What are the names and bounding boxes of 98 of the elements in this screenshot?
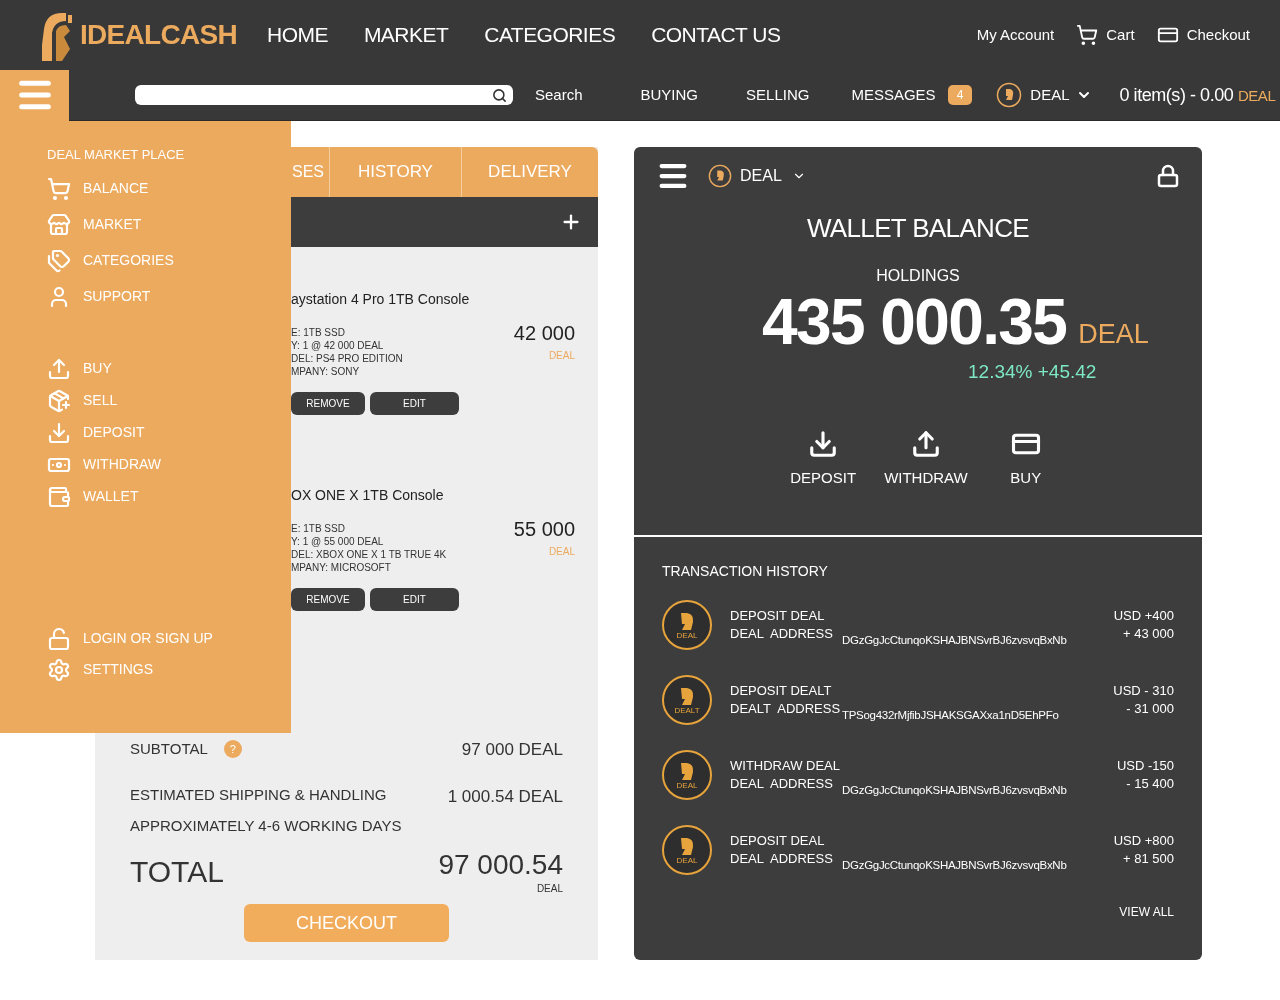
coin-label: DEALT — [674, 705, 700, 715]
product-detail: MPANY: SONY — [291, 365, 361, 378]
item-button[interactable]: REMOVE — [291, 588, 365, 611]
nav-link[interactable]: CONTACT US — [651, 19, 781, 51]
item-button[interactable]: EDIT — [370, 588, 459, 611]
cart-icon — [47, 176, 71, 201]
cart-summary[interactable]: 0 item(s) - 0.00 DEAL — [1119, 81, 1276, 109]
total-value: 97 000.54 — [438, 849, 563, 881]
price-unit: DEAL — [548, 545, 575, 559]
usd-amount: USD +400 — [1113, 607, 1174, 625]
account-link[interactable]: Cart — [1076, 23, 1135, 47]
nav-link[interactable]: CATEGORIES — [484, 19, 616, 51]
product-detail: MPANY: MICROSOFT — [291, 561, 392, 574]
transaction-address: DGzGgJcCtunqoKSHAJBNSvrBJ6zvsvqBxNb — [842, 632, 1067, 648]
nav-link[interactable]: MARKET — [363, 19, 449, 51]
history-title: TRANSACTION HISTORY — [662, 562, 829, 581]
search-field[interactable] — [135, 85, 513, 105]
message-count: 4 — [947, 85, 973, 105]
coin-label: DEAL — [676, 630, 698, 640]
coin-label: DEAL — [676, 780, 698, 790]
nav-link[interactable]: HOME — [267, 19, 328, 51]
item-button[interactable]: REMOVE — [291, 392, 365, 415]
address-label: DEALT ADDRESS — [730, 700, 842, 718]
product-price: 55 000 — [513, 517, 575, 542]
nav-link[interactable]: SELLING — [746, 83, 810, 107]
usd-amount: USD +800 — [1113, 832, 1174, 850]
settings-icon — [47, 657, 71, 682]
tags-icon — [47, 248, 71, 273]
subtotal-label: SUBTOTAL — [130, 739, 208, 759]
address-label: DEAL ADDRESS — [730, 625, 834, 643]
upload-icon — [910, 428, 941, 459]
address-label: DEAL ADDRESS — [730, 775, 834, 793]
product-detail: E: 1TB SSD — [291, 326, 346, 339]
download-icon — [47, 420, 71, 445]
balance-change: 12.34% +45.42 — [968, 360, 1098, 384]
lock-icon[interactable] — [1156, 164, 1180, 188]
coin-icon — [678, 760, 696, 781]
product-detail: DEL: XBOX ONE X 1 TB TRUE 4K — [291, 548, 447, 561]
deal-amount: + 81 500 — [1123, 850, 1174, 868]
transaction-address: DGzGgJcCtunqoKSHAJBNSvrBJ6zvsvqBxNb — [842, 857, 1067, 873]
coin-label: DEAL — [676, 855, 698, 865]
search-button[interactable]: Search — [535, 83, 583, 107]
shipping-note: APPROXIMATELY 4-6 WORKING DAYS — [130, 815, 402, 836]
address-label: DEAL ADDRESS — [730, 850, 834, 868]
wallet-action[interactable]: DEPOSIT — [790, 428, 857, 489]
total-unit: DEAL — [536, 882, 563, 896]
product-detail: Y: 1 @ 55 000 DEAL — [291, 535, 385, 548]
download-icon — [808, 428, 839, 459]
product-price: 42 000 — [513, 321, 575, 346]
account-link[interactable]: My Account — [976, 23, 1055, 47]
transaction-address: TPSog432rMjfibJSHAKSGAXxa1nD5EhPFo — [842, 707, 1059, 723]
unlock-icon — [47, 626, 71, 651]
transaction-type: DEPOSIT DEAL — [730, 607, 826, 625]
usd-amount: USD - 310 — [1113, 682, 1174, 700]
coin-icon — [996, 82, 1023, 108]
balance-amount: 435 000.35 — [762, 286, 1067, 358]
currency-select[interactable]: DEAL — [740, 164, 806, 188]
deal-amount: - 31 000 — [1126, 700, 1174, 718]
transaction-type: DEPOSIT DEALT — [730, 682, 833, 700]
item-button[interactable]: EDIT — [370, 392, 459, 415]
deal-amount: + 43 000 — [1123, 625, 1174, 643]
coin-icon — [678, 610, 696, 631]
store-icon — [47, 212, 71, 237]
messages-link[interactable]: MESSAGES — [851, 83, 936, 107]
wallet-title: WALLET BALANCE — [806, 212, 1030, 245]
wallet-action[interactable]: BUY — [995, 428, 1056, 489]
view-all-link[interactable]: VIEW ALL — [1119, 903, 1174, 921]
price-unit: DEAL — [548, 349, 575, 363]
wallet-icon — [47, 484, 71, 509]
balance-unit: DEAL — [1078, 317, 1149, 351]
product-title: aystation 4 Pro 1TB Console — [291, 290, 471, 309]
product-detail: E: 1TB SSD — [291, 522, 346, 535]
product-detail: Y: 1 @ 42 000 DEAL — [291, 339, 385, 352]
total-label: TOTAL — [130, 854, 224, 890]
logo-text[interactable]: IDEALCASH — [80, 14, 238, 56]
wallet-action[interactable]: WITHDRAW — [884, 428, 968, 489]
transaction-address: DGzGgJcCtunqoKSHAJBNSvrBJ6zvsvqBxNb — [842, 782, 1067, 798]
nav-link[interactable]: BUYING — [640, 83, 699, 107]
product-detail: DEL: PS4 PRO EDITION — [291, 352, 403, 365]
deal-amount: - 15 400 — [1126, 775, 1174, 793]
usd-amount: USD -150 — [1116, 757, 1174, 775]
coin-icon — [678, 685, 696, 706]
search-icon — [492, 87, 507, 103]
upload-icon — [47, 356, 71, 381]
cart-icon — [1076, 24, 1099, 46]
shipping-label: ESTIMATED SHIPPING & HANDLING — [130, 785, 388, 805]
coin-icon — [708, 164, 732, 188]
transaction-type: WITHDRAW DEAL — [730, 757, 842, 775]
product-title: OX ONE X 1TB Console — [291, 486, 445, 505]
subtotal-value: 97 000 DEAL — [461, 738, 563, 761]
currency-select[interactable]: DEAL — [1030, 83, 1092, 107]
drawer-heading: DEAL MARKET PLACE — [47, 146, 186, 164]
shipping-value: 1 000.54 DEAL — [447, 786, 563, 808]
coin-icon — [678, 835, 696, 856]
transaction-type: DEPOSIT DEAL — [730, 832, 826, 850]
account-link[interactable]: Checkout — [1156, 23, 1250, 47]
package-icon — [47, 388, 71, 413]
holdings-label: HOLDINGS — [876, 266, 960, 286]
